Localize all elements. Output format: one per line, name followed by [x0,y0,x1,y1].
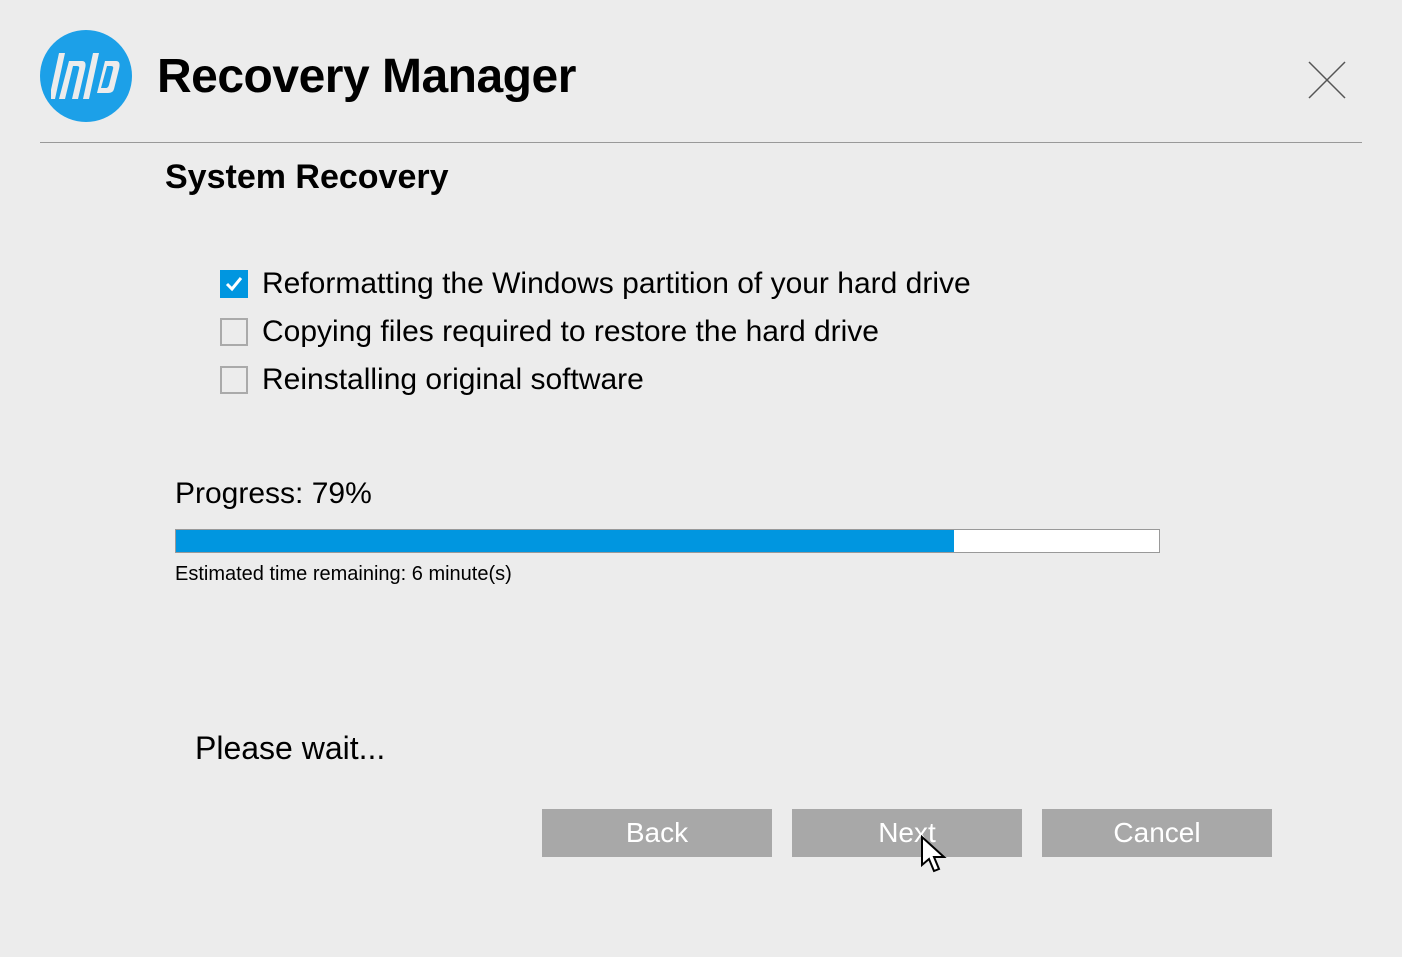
close-button[interactable] [1302,55,1352,105]
cancel-button[interactable]: Cancel [1042,809,1272,857]
main-content: System Recovery Reformatting the Windows… [0,143,1402,586]
close-icon [1305,58,1349,102]
step-item: Copying files required to restore the ha… [220,315,1402,349]
progress-section: Progress: 79% Estimated time remaining: … [165,477,1402,586]
header: Recovery Manager [0,0,1402,142]
footer-buttons: Back Next Cancel [542,809,1272,857]
steps-list: Reformatting the Windows partition of yo… [165,267,1402,397]
app-title: Recovery Manager [157,49,576,104]
progress-bar [175,529,1160,553]
step-label: Reformatting the Windows partition of yo… [262,267,971,301]
checkbox-unchecked-icon [220,318,248,346]
wait-text: Please wait... [195,730,385,767]
checkbox-unchecked-icon [220,366,248,394]
step-label: Reinstalling original software [262,363,644,397]
progress-fill [176,530,954,552]
hp-logo-icon [40,30,132,122]
progress-label: Progress: 79% [165,477,1152,511]
step-item: Reinstalling original software [220,363,1402,397]
section-title: System Recovery [165,158,1402,197]
back-button[interactable]: Back [542,809,772,857]
eta-label: Estimated time remaining: 6 minute(s) [165,563,1152,586]
checkbox-checked-icon [220,270,248,298]
step-label: Copying files required to restore the ha… [262,315,879,349]
next-button[interactable]: Next [792,809,1022,857]
step-item: Reformatting the Windows partition of yo… [220,267,1402,301]
